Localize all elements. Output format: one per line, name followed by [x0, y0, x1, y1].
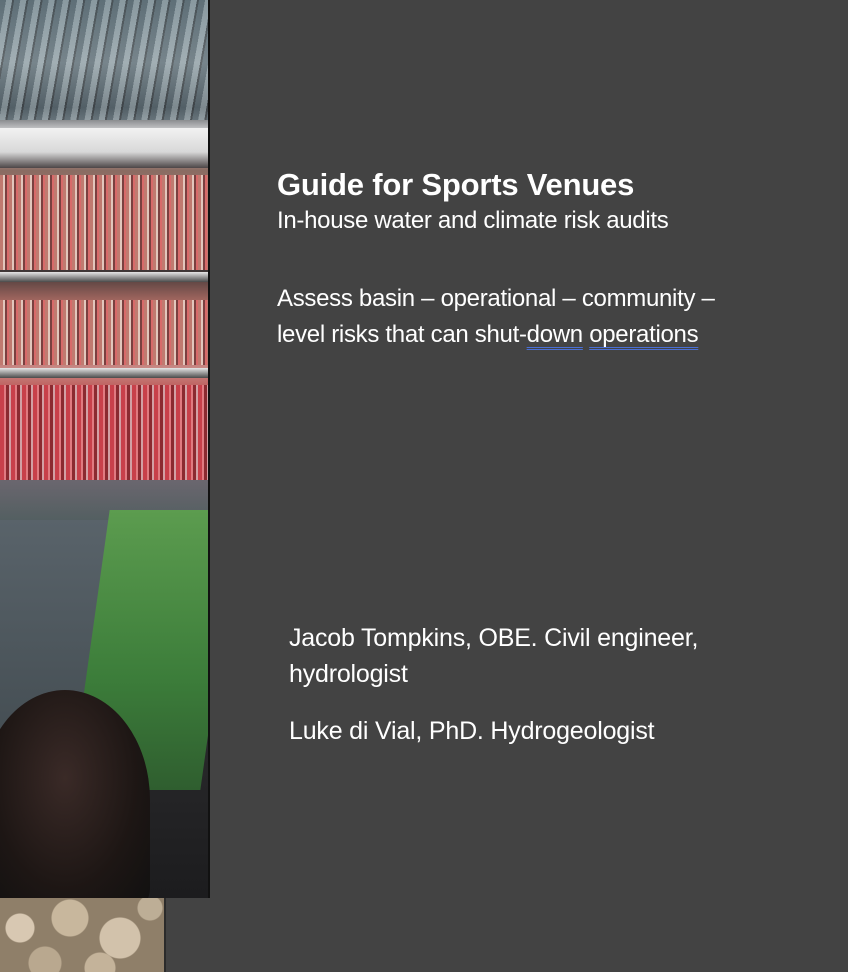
stadium-crowd-middle — [0, 300, 209, 365]
stadium-roof — [0, 0, 209, 120]
photo-border — [208, 0, 210, 898]
rocks-photo — [0, 898, 164, 972]
author-entry: Luke di Vial, PhD. Hydrogeologist — [289, 717, 655, 745]
stadium-roof-edge — [0, 128, 209, 168]
spellcheck-flagged-word[interactable]: down — [527, 321, 583, 348]
stadium-photo — [0, 0, 209, 898]
assessment-description: Assess basin – operational – community –… — [277, 281, 747, 353]
rocks-border — [164, 898, 166, 972]
cover-page: Guide for Sports Venues In-house water a… — [0, 0, 848, 972]
spellcheck-flagged-word[interactable]: operations — [589, 321, 698, 348]
stadium-crowd-lower — [0, 385, 209, 480]
page-subtitle: In-house water and climate risk audits — [277, 207, 669, 234]
page-title: Guide for Sports Venues — [277, 167, 635, 202]
title-block: Guide for Sports Venues In-house water a… — [277, 166, 797, 353]
stadium-tier-line — [0, 368, 209, 378]
author-entry: Jacob Tompkins, OBE. Civil engineer, hyd… — [289, 624, 699, 688]
author-list: Jacob Tompkins, OBE. Civil engineer, hyd… — [289, 620, 729, 770]
stadium-tier-line — [0, 272, 209, 282]
stadium-crowd-upper — [0, 175, 209, 270]
